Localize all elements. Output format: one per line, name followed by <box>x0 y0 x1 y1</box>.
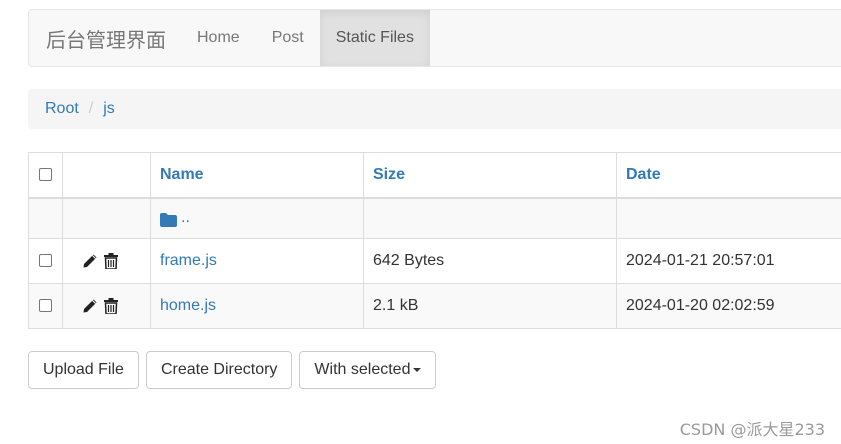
pencil-icon[interactable] <box>82 298 98 314</box>
navbar: 后台管理界面 Home Post Static Files <box>28 9 841 67</box>
file-date: 2024-01-20 02:02:59 <box>616 283 841 329</box>
parent-dir-row: .. <box>28 197 841 239</box>
select-all-cell <box>28 152 63 199</box>
table-row: frame.js 642 Bytes 2024-01-21 20:57:01 <box>28 238 841 284</box>
file-table: Name Size Date .. frame.js 642 Bytes 202… <box>28 152 841 329</box>
actions-header <box>62 152 151 199</box>
select-all-checkbox[interactable] <box>39 168 52 182</box>
navbar-brand[interactable]: 后台管理界面 <box>29 10 181 66</box>
pencil-icon[interactable] <box>82 253 98 269</box>
file-name-link[interactable]: home.js <box>160 297 216 314</box>
file-size: 642 Bytes <box>363 238 617 284</box>
folder-icon <box>160 213 177 228</box>
breadcrumb-current: js <box>103 100 115 117</box>
file-name-link[interactable]: frame.js <box>160 252 217 269</box>
upload-file-button[interactable]: Upload File <box>28 351 139 389</box>
name-header[interactable]: Name <box>150 152 364 199</box>
breadcrumb-root[interactable]: Root <box>45 100 79 118</box>
nav-static-files[interactable]: Static Files <box>319 10 430 66</box>
parent-dir-cell[interactable]: .. <box>150 197 364 239</box>
trash-icon[interactable] <box>104 298 118 314</box>
with-selected-dropdown[interactable]: With selected <box>299 351 437 389</box>
breadcrumb-separator: / <box>88 100 94 117</box>
row-checkbox[interactable] <box>39 299 52 313</box>
with-selected-label: With selected <box>314 361 411 378</box>
table-row: home.js 2.1 kB 2024-01-20 02:02:59 <box>28 283 841 329</box>
nav-post[interactable]: Post <box>256 10 320 66</box>
file-date: 2024-01-21 20:57:01 <box>616 238 841 284</box>
caret-down-icon <box>413 368 422 372</box>
file-size: 2.1 kB <box>363 283 617 329</box>
parent-dir-link[interactable]: .. <box>181 209 190 227</box>
breadcrumb: Root / js <box>28 89 841 129</box>
trash-icon[interactable] <box>104 253 118 269</box>
size-header[interactable]: Size <box>363 152 617 199</box>
watermark: CSDN @派大星233 <box>679 420 825 439</box>
table-header-row: Name Size Date <box>28 152 841 199</box>
row-checkbox[interactable] <box>39 254 52 268</box>
nav-home[interactable]: Home <box>181 10 256 66</box>
create-directory-button[interactable]: Create Directory <box>145 351 293 389</box>
date-header[interactable]: Date <box>616 152 841 199</box>
action-buttons: Upload File Create Directory With select… <box>28 351 437 389</box>
